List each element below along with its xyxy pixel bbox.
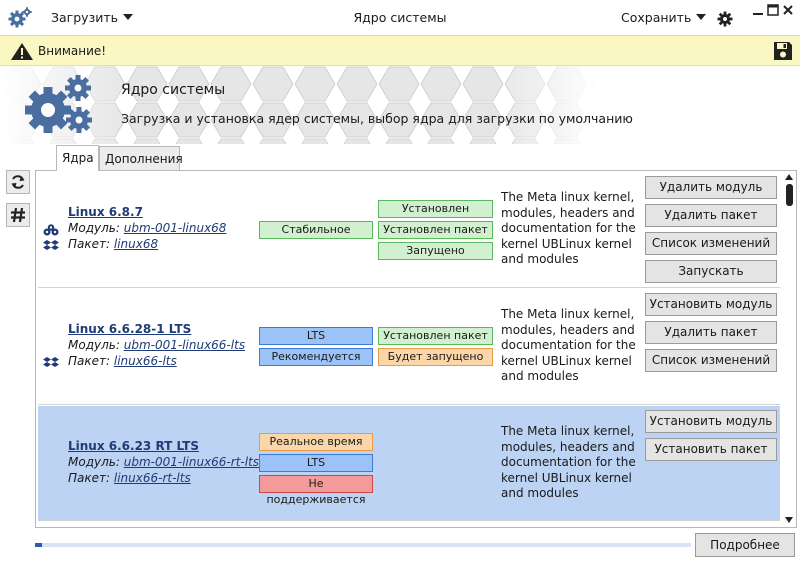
remove-package-button[interactable]: Удалить пакет <box>645 321 777 344</box>
kernel-description: The Meta linux kernel, modules, headers … <box>501 424 636 500</box>
kernel-name[interactable]: Linux 6.6.23 RT LTS <box>68 439 199 453</box>
page-header: Ядро системы Загрузка и установка ядер с… <box>0 66 800 144</box>
warning-bar: Внимание! <box>0 36 800 66</box>
module-link[interactable]: ubm-001-linux68 <box>124 221 227 235</box>
kernel-module: Модуль: ubm-001-linux66-lts <box>68 338 245 352</box>
warning-icon <box>11 43 33 60</box>
kernel-name[interactable]: Linux 6.8.7 <box>68 205 143 219</box>
close-icon[interactable] <box>782 4 794 16</box>
status-badge: Установлен пакет <box>378 327 493 345</box>
title-bar: Загрузить Ядро системы Сохранить <box>0 0 800 36</box>
tab-addons[interactable]: Дополнения <box>99 146 183 170</box>
module-link[interactable]: ubm-001-linux66-lts <box>124 338 245 352</box>
module-label: Модуль: <box>68 338 120 352</box>
chevron-down-icon <box>123 14 133 20</box>
system-gears-icon <box>25 75 92 133</box>
status-badge: Будет запущено <box>378 348 493 366</box>
progress-bar <box>35 543 691 547</box>
save-menu-label: Сохранить <box>621 10 692 25</box>
kernel-list: Linux 6.8.7 Модуль: ubm-001-linux68 Паке… <box>35 170 797 528</box>
status-badge: Рекомендуется <box>259 348 373 366</box>
run-button[interactable]: Запускать <box>645 260 777 283</box>
install-module-button[interactable]: Установить модуль <box>645 410 777 433</box>
chevron-down-icon <box>696 14 707 20</box>
maximize-icon[interactable] <box>767 4 779 16</box>
status-badge: Установлен модуль <box>378 200 493 231</box>
kernel-description: The Meta linux kernel, modules, headers … <box>501 190 636 266</box>
package-icon <box>43 357 59 367</box>
status-badge: Реальное время <box>259 433 373 451</box>
module-label: Модуль: <box>68 455 120 469</box>
remove-module-button[interactable]: Удалить модуль <box>645 176 777 199</box>
kernel-description: The Meta linux kernel, modules, headers … <box>501 307 636 383</box>
warning-text: Внимание! <box>38 44 107 58</box>
kernel-row[interactable]: Linux 6.6.28-1 LTS Модуль: ubm-001-linux… <box>38 289 780 405</box>
package-label: Пакет: <box>68 354 111 368</box>
gear-icon[interactable] <box>717 11 733 27</box>
package-link[interactable]: linux66-rt-lts <box>114 471 191 485</box>
module-link[interactable]: ubm-001-linux66-rt-lts <box>124 455 259 469</box>
status-badge: LTS <box>259 327 373 345</box>
floppy-disk-icon[interactable] <box>772 40 794 62</box>
progress-fill <box>35 543 42 547</box>
page-title: Ядро системы <box>121 82 226 98</box>
package-icon <box>43 240 59 250</box>
hexagon-background <box>0 66 800 144</box>
package-label: Пакет: <box>68 237 111 251</box>
refresh-icon <box>11 175 25 189</box>
kernel-row[interactable]: Linux 6.8.7 Модуль: ubm-001-linux68 Паке… <box>38 171 780 288</box>
details-button[interactable]: Подробнее <box>695 533 795 557</box>
module-label: Модуль: <box>68 221 120 235</box>
kernel-row[interactable]: Linux 6.6.23 RT LTS Модуль: ubm-001-linu… <box>38 406 780 521</box>
package-link[interactable]: linux68 <box>114 237 158 251</box>
kernel-module: Модуль: ubm-001-linux66-rt-lts <box>68 455 259 469</box>
status-badge: Установлен пакет <box>378 221 493 239</box>
package-link[interactable]: linux66-lts <box>114 354 177 368</box>
scroll-down-icon[interactable] <box>785 517 793 523</box>
scroll-thumb[interactable] <box>786 184 793 206</box>
install-package-button[interactable]: Установить пакет <box>645 438 777 461</box>
page-subtitle: Загрузка и установка ядер системы, выбор… <box>121 111 633 126</box>
hash-icon <box>11 207 25 223</box>
kernel-name[interactable]: Linux 6.6.28-1 LTS <box>68 322 191 336</box>
status-badge: Стабильное <box>259 221 373 239</box>
minimize-icon[interactable] <box>752 4 764 16</box>
kernel-package: Пакет: linux68 <box>68 237 158 251</box>
status-badge: Не поддерживается <box>259 475 373 506</box>
kernel-package: Пакет: linux66-lts <box>68 354 177 368</box>
kernel-module: Модуль: ubm-001-linux68 <box>68 221 226 235</box>
hash-button[interactable] <box>6 203 30 227</box>
window-controls <box>752 4 798 18</box>
status-badge: Запущено <box>378 242 493 260</box>
module-icon <box>43 224 59 236</box>
install-module-button[interactable]: Установить модуль <box>645 293 777 316</box>
refresh-button[interactable] <box>6 170 30 194</box>
package-label: Пакет: <box>68 471 111 485</box>
scroll-up-icon[interactable] <box>785 174 793 180</box>
status-badge: LTS <box>259 454 373 472</box>
changelog-button[interactable]: Список изменений <box>645 349 777 372</box>
tab-kernels[interactable]: Ядра <box>56 145 99 171</box>
load-menu-label: Загрузить <box>51 10 118 25</box>
save-menu[interactable]: Сохранить <box>621 10 707 25</box>
gears-icon <box>8 7 32 28</box>
remove-package-button[interactable]: Удалить пакет <box>645 204 777 227</box>
kernel-package: Пакет: linux66-rt-lts <box>68 471 191 485</box>
changelog-button[interactable]: Список изменений <box>645 232 777 255</box>
load-menu[interactable]: Загрузить <box>51 10 133 25</box>
vertical-scrollbar[interactable] <box>782 171 796 527</box>
